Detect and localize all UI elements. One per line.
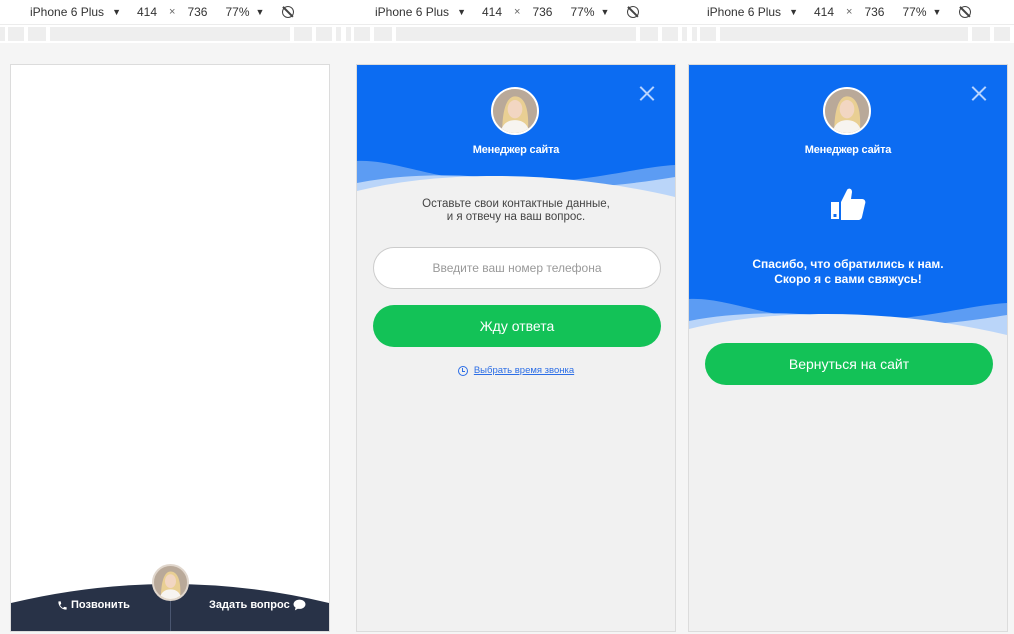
prompt-line-1: Оставьте свои контактные данные,: [422, 198, 610, 210]
thanks-message: Спасибо, что обратились к нам. Скоро я с…: [689, 257, 1007, 287]
manager-avatar: [491, 87, 539, 135]
header-wave: [689, 298, 1007, 351]
device-frame-form: Менеджер сайта Оставьте свои контактные …: [356, 64, 676, 632]
rotate-icon[interactable]: [282, 6, 295, 18]
device-select-1[interactable]: iPhone 6 Plus: [30, 5, 104, 19]
device-frame-collapsed: Позвонить Задать вопрос: [10, 64, 330, 632]
device-toolbar-2: iPhone 6 Plus ▼ 414 × 736 77% ▼: [375, 0, 640, 24]
rotate-icon[interactable]: [959, 6, 972, 18]
zoom-select-3[interactable]: 77%: [902, 5, 926, 19]
chevron-down-icon[interactable]: ▼: [933, 7, 942, 17]
thumbs-up-icon: [831, 188, 866, 220]
chat-icon: [293, 599, 306, 611]
close-icon[interactable]: [639, 85, 655, 101]
close-icon[interactable]: [971, 85, 987, 101]
call-label: Позвонить: [71, 599, 130, 611]
height-field-2[interactable]: 736: [532, 5, 552, 19]
ask-label: Задать вопрос: [209, 599, 290, 611]
contact-prompt: Оставьте свои контактные данные, и я отв…: [357, 198, 675, 224]
thanks-line-1: Спасибо, что обратились к нам.: [752, 257, 944, 271]
device-toolbar-1: iPhone 6 Plus ▼ 414 × 736 77% ▼: [30, 0, 295, 24]
phone-icon: [58, 600, 67, 610]
chevron-down-icon[interactable]: ▼: [112, 7, 121, 17]
chevron-down-icon[interactable]: ▼: [601, 7, 610, 17]
devtools-toolbar: iPhone 6 Plus ▼ 414 × 736 77% ▼ iPhone 6…: [0, 0, 1014, 24]
submit-button[interactable]: Жду ответа: [373, 305, 661, 347]
height-field-3[interactable]: 736: [864, 5, 884, 19]
thanks-line-2: Скоро я с вами свяжусь!: [774, 272, 922, 286]
device-toolbar-3: iPhone 6 Plus ▼ 414 × 736 77% ▼: [707, 0, 972, 24]
chevron-down-icon[interactable]: ▼: [457, 7, 466, 17]
manager-avatar[interactable]: [152, 564, 189, 601]
call-button[interactable]: Позвонить: [57, 599, 130, 611]
device-select-3[interactable]: iPhone 6 Plus: [707, 5, 781, 19]
chevron-down-icon[interactable]: ▼: [256, 7, 265, 17]
prompt-line-2: и я отвечу на ваш вопрос.: [446, 211, 586, 223]
choose-call-time-label: Выбрать время звонка: [473, 365, 575, 376]
device-frame-thanks: Менеджер сайта Спасибо, что обратились к…: [688, 64, 1008, 632]
width-field-2[interactable]: 414: [482, 5, 502, 19]
bottom-bar-divider: [170, 601, 171, 631]
width-field-3[interactable]: 414: [814, 5, 834, 19]
clock-icon: [457, 365, 468, 376]
dimension-separator: ×: [514, 6, 521, 18]
manager-title: Менеджер сайта: [472, 144, 560, 156]
media-query-bar[interactable]: [0, 24, 1014, 43]
ask-question-button[interactable]: Задать вопрос: [209, 599, 306, 611]
dimension-separator: ×: [169, 6, 176, 18]
choose-call-time-link[interactable]: Выбрать время звонка: [357, 365, 675, 376]
device-select-2[interactable]: iPhone 6 Plus: [375, 5, 449, 19]
zoom-select-2[interactable]: 77%: [570, 5, 594, 19]
rotate-icon[interactable]: [627, 6, 640, 18]
chevron-down-icon[interactable]: ▼: [789, 7, 798, 17]
back-to-site-button[interactable]: Вернуться на сайт: [705, 343, 993, 385]
dimension-separator: ×: [846, 6, 853, 18]
height-field-1[interactable]: 736: [187, 5, 207, 19]
phone-input[interactable]: [373, 247, 661, 289]
width-field-1[interactable]: 414: [137, 5, 157, 19]
manager-title: Менеджер сайта: [804, 144, 892, 156]
zoom-select-1[interactable]: 77%: [225, 5, 249, 19]
manager-avatar: [823, 87, 871, 135]
